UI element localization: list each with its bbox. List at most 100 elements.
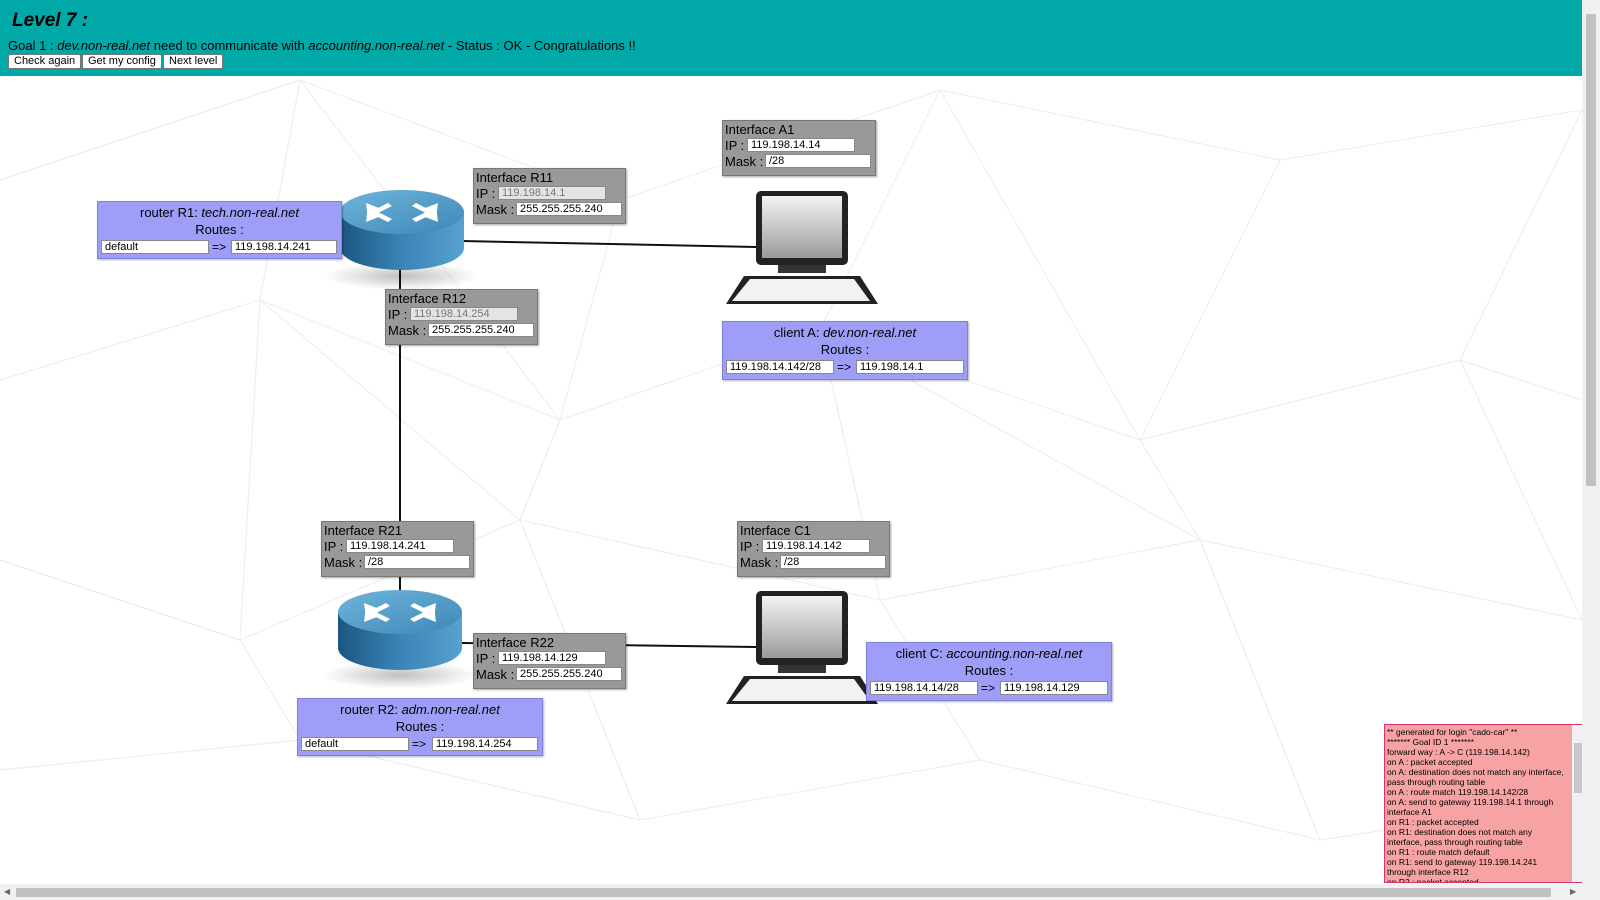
goal-target-host: accounting.non-real.net: [308, 38, 445, 53]
level-title: Level 7 :: [12, 10, 89, 31]
interface-c1-title: Interface C1: [740, 523, 811, 538]
trace-log-line: on A : route match 119.198.14.142/28: [1387, 787, 1529, 797]
trace-log-line: on R1: send to gateway 119.198.14.241 th…: [1387, 857, 1538, 877]
routes-label: Routes :: [820, 342, 870, 357]
interface-c1-box: Interface C1 IP : Mask :: [737, 521, 890, 577]
ip-label: IP :: [740, 539, 760, 554]
router-r1-icon[interactable]: [324, 190, 480, 290]
interface-r11-mask-input[interactable]: [516, 202, 622, 216]
level-header: Level 7 : Goal 1 : dev.non-real.net need…: [0, 0, 1582, 76]
get-config-button[interactable]: Get my config: [82, 54, 162, 69]
client-a-title: client A: dev.non-real.net: [723, 325, 967, 340]
goal-status: Goal 1 : dev.non-real.net need to commun…: [8, 38, 636, 53]
interface-r22-box: Interface R22 IP : Mask :: [473, 633, 626, 689]
router-r2-panel: router R2: adm.non-real.net Routes : =>: [297, 698, 543, 756]
client-c-route-gateway-input[interactable]: [1000, 681, 1108, 695]
scroll-right-icon[interactable]: ▶: [1570, 887, 1576, 896]
trace-log-line: on R1 : packet accepted: [1387, 817, 1479, 827]
route-arrow: =>: [837, 360, 852, 374]
interface-r11-ip-input[interactable]: [498, 186, 606, 200]
interface-r21-box: Interface R21 IP : Mask :: [321, 521, 474, 577]
goal-source-host: dev.non-real.net: [57, 38, 151, 53]
client-c-route-destination-input[interactable]: [870, 681, 978, 695]
interface-r22-title: Interface R22: [476, 635, 555, 650]
interface-c1-ip-input[interactable]: [762, 539, 870, 553]
goal-prefix: Goal 1 :: [8, 38, 58, 53]
trace-log-text: ** generated for login "cado-car" ** ****…: [1387, 727, 1567, 883]
router-r2-route-gateway-input[interactable]: [432, 737, 538, 751]
trace-log-panel[interactable]: ** generated for login "cado-car" ** ****…: [1384, 724, 1587, 883]
interface-r12-title: Interface R12: [388, 291, 467, 306]
ip-label: IP :: [476, 651, 496, 666]
routes-label: Routes :: [395, 719, 445, 734]
route-arrow: =>: [412, 737, 427, 751]
router-r2-hostname: adm.non-real.net: [401, 702, 500, 717]
ip-label: IP :: [388, 307, 408, 322]
trace-log-line: on A : packet accepted: [1387, 757, 1473, 767]
router-r1-title: router R1: tech.non-real.net: [98, 205, 341, 220]
ip-label: IP :: [725, 138, 745, 153]
trace-log-line: on R1 : route match default: [1387, 847, 1490, 857]
interface-a1-ip-input[interactable]: [747, 138, 855, 152]
router-r1-panel: router R1: tech.non-real.net Routes : =>: [97, 201, 342, 259]
client-c-label: client C:: [895, 646, 947, 661]
routes-label: Routes :: [964, 663, 1014, 678]
router-r1-hostname: tech.non-real.net: [201, 205, 299, 220]
client-c-panel: client C: accounting.non-real.net Routes…: [866, 642, 1112, 701]
client-a-panel: client A: dev.non-real.net Routes : =>: [722, 321, 968, 380]
router-r1-route-destination-input[interactable]: [101, 240, 209, 254]
client-a-route-gateway-input[interactable]: [856, 360, 964, 374]
interface-r22-ip-input[interactable]: [498, 651, 606, 665]
goal-middle: need to communicate with: [150, 38, 309, 53]
interface-r12-mask-input[interactable]: [428, 323, 534, 337]
interface-a1-mask-input[interactable]: [765, 154, 871, 168]
scroll-left-icon[interactable]: ◀: [4, 887, 10, 896]
trace-log-line: on R2 : packet accepted: [1387, 877, 1479, 883]
client-c-title: client C: accounting.non-real.net: [867, 646, 1111, 661]
router-r2-icon[interactable]: [322, 590, 478, 689]
next-level-button[interactable]: Next level: [163, 54, 224, 69]
trace-log-line: forward way : A -> C (119.198.14.142): [1387, 747, 1530, 757]
trace-log-line: on A: send to gateway 119.198.14.1 throu…: [1387, 797, 1554, 817]
router-r2-route-destination-input[interactable]: [301, 737, 409, 751]
interface-r11-title: Interface R11: [476, 170, 554, 185]
interface-c1-mask-input[interactable]: [780, 555, 886, 569]
interface-r11-box: Interface R11 IP : Mask :: [473, 168, 626, 224]
page-vertical-scrollbar-thumb[interactable]: [1586, 14, 1596, 486]
interface-r21-ip-input[interactable]: [346, 539, 454, 553]
page-vertical-scrollbar[interactable]: [1582, 0, 1600, 884]
mask-label: Mask :: [324, 555, 363, 570]
router-r2-label: router R2:: [340, 702, 402, 717]
mask-label: Mask :: [725, 154, 764, 169]
ip-label: IP :: [476, 186, 496, 201]
trace-log-line: ** generated for login "cado-car" **: [1387, 727, 1518, 737]
router-r1-label: router R1:: [140, 205, 202, 220]
client-a-label: client A:: [773, 325, 824, 340]
router-r1-route-gateway-input[interactable]: [231, 240, 337, 254]
mask-label: Mask :: [388, 323, 427, 338]
routes-label: Routes :: [195, 222, 244, 237]
route-arrow: =>: [981, 681, 996, 695]
page-horizontal-scrollbar-thumb[interactable]: [16, 888, 1551, 897]
interface-a1-title: Interface A1: [725, 122, 795, 137]
check-again-button[interactable]: Check again: [8, 54, 82, 69]
interface-r12-ip-input[interactable]: [410, 307, 518, 321]
interface-r12-box: Interface R12 IP : Mask :: [385, 289, 538, 345]
interface-r22-mask-input[interactable]: [516, 667, 622, 681]
client-a-route-destination-input[interactable]: [726, 360, 834, 374]
route-arrow: =>: [212, 240, 227, 254]
mask-label: Mask :: [476, 667, 515, 682]
goal-status-text: - Status : OK - Congratulations !!: [444, 38, 636, 53]
client-c-hostname: accounting.non-real.net: [946, 646, 1083, 661]
trace-log-line: on A: destination does not match any int…: [1387, 767, 1564, 787]
trace-log-line: ******* Goal ID 1 *******: [1387, 737, 1474, 747]
client-a-hostname: dev.non-real.net: [823, 325, 917, 340]
ip-label: IP :: [324, 539, 344, 554]
mask-label: Mask :: [740, 555, 779, 570]
interface-r21-title: Interface R21: [324, 523, 403, 538]
interface-a1-box: Interface A1 IP : Mask :: [722, 120, 876, 176]
page-horizontal-scrollbar[interactable]: ◀ ▶: [0, 884, 1600, 900]
mask-label: Mask :: [476, 202, 515, 217]
interface-r21-mask-input[interactable]: [364, 555, 470, 569]
trace-log-line: on R1: destination does not match any in…: [1387, 827, 1533, 847]
